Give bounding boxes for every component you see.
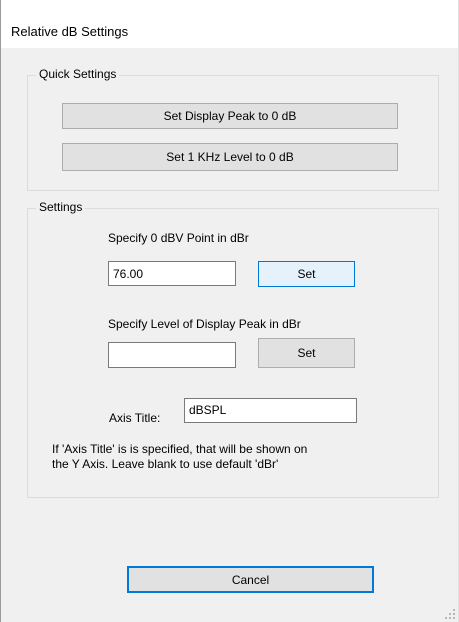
settings-group: Settings Specify 0 dBV Point in dBr Set … — [27, 200, 439, 498]
resize-grip-icon[interactable] — [445, 609, 455, 619]
axis-title-note: If 'Axis Title' is is specified, that wi… — [52, 442, 307, 472]
window-title: Relative dB Settings — [11, 24, 129, 39]
quick-settings-title: Quick Settings — [36, 67, 120, 81]
quick-settings-group: Quick Settings Set Display Peak to 0 dB … — [27, 67, 439, 191]
display-peak-set-button[interactable]: Set — [258, 338, 355, 368]
dbv-point-label: Specify 0 dBV Point in dBr — [108, 231, 249, 245]
axis-title-note-line2: the Y Axis. Leave blank to use default '… — [52, 457, 279, 471]
settings-title: Settings — [36, 200, 86, 214]
axis-title-input[interactable] — [184, 398, 357, 423]
axis-title-label: Axis Title: — [109, 411, 161, 425]
set-display-peak-button[interactable]: Set Display Peak to 0 dB — [62, 103, 398, 129]
title-bar[interactable]: Relative dB Settings — [1, 0, 458, 48]
dbv-set-button[interactable]: Set — [258, 261, 355, 287]
set-1khz-level-button[interactable]: Set 1 KHz Level to 0 dB — [62, 143, 398, 171]
dialog-window: Relative dB Settings Quick Settings Set … — [0, 0, 459, 622]
axis-title-note-line1: If 'Axis Title' is is specified, that wi… — [52, 442, 308, 456]
dbv-point-input[interactable] — [108, 261, 236, 286]
dialog-client-area: Quick Settings Set Display Peak to 0 dB … — [1, 48, 458, 622]
display-peak-input[interactable] — [108, 342, 236, 368]
cancel-button[interactable]: Cancel — [127, 566, 374, 593]
display-peak-label: Specify Level of Display Peak in dBr — [108, 317, 301, 331]
